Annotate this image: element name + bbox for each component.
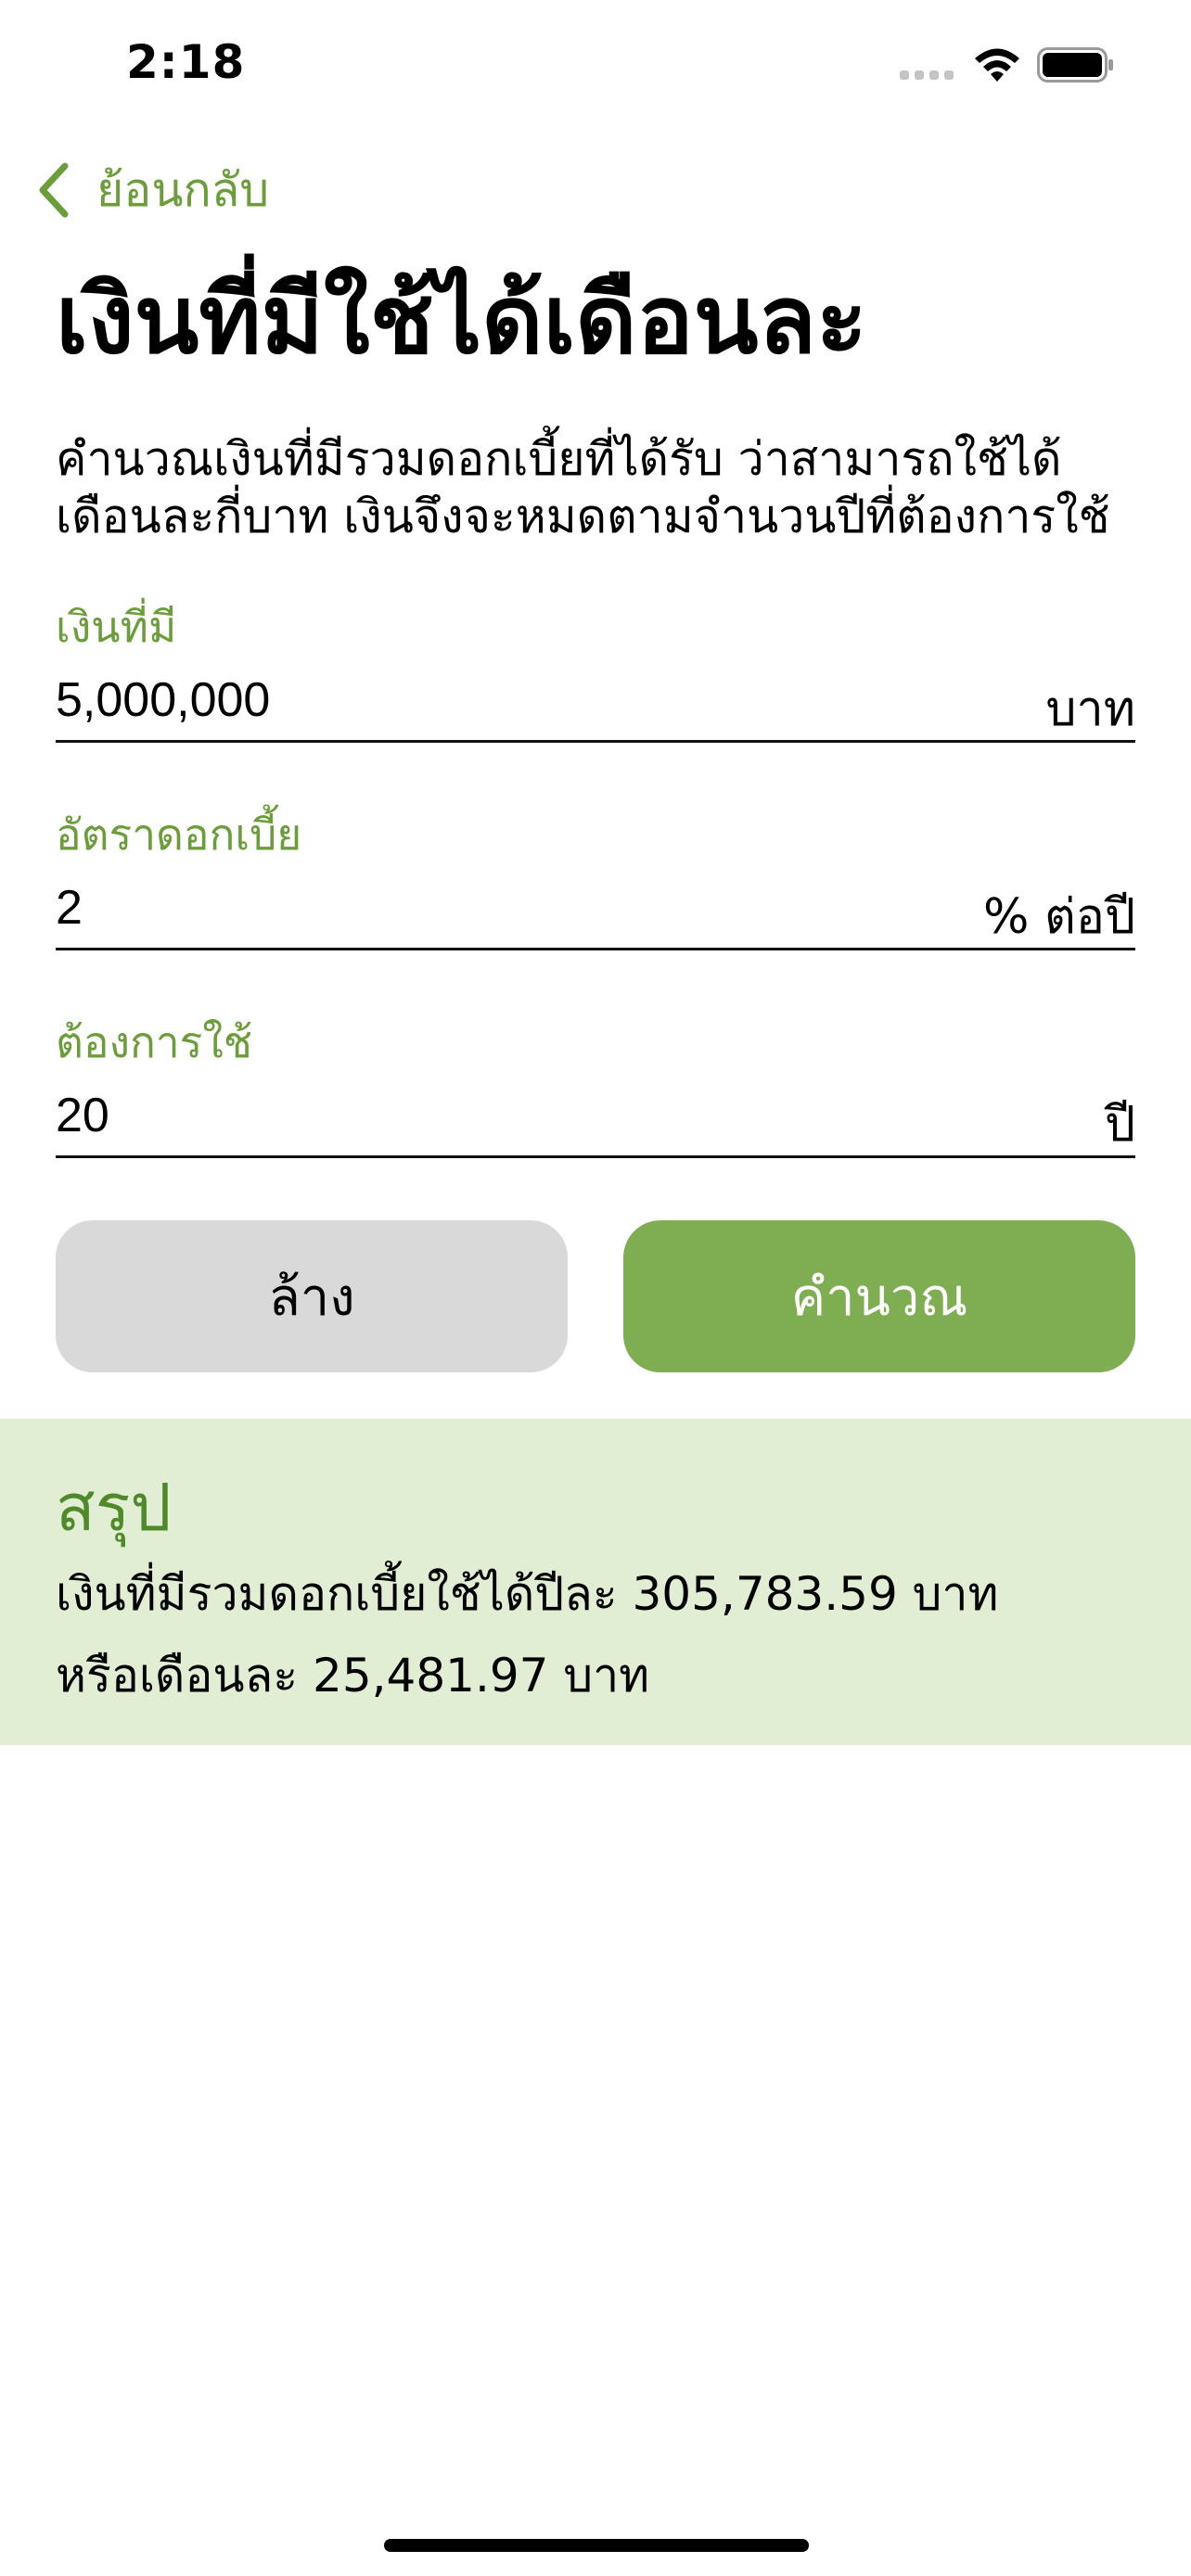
savings-input[interactable] — [56, 664, 890, 736]
cellular-signal-icon — [900, 70, 954, 80]
savings-unit: บาท — [1045, 682, 1135, 737]
battery-icon — [1037, 47, 1113, 83]
summary-panel: สรุป เงินที่มีรวมดอกเบี้ยใช้ได้ปีละ 305,… — [0, 1419, 1191, 1745]
interest-row: % ต่อปี — [56, 872, 1135, 946]
calculate-button[interactable]: คำนวณ — [623, 1220, 1135, 1372]
interest-underline — [56, 948, 1135, 950]
summary-title: สรุป — [56, 1470, 172, 1546]
interest-unit: % ต่อปี — [983, 889, 1135, 945]
page-description: คำนวณเงินที่มีรวมดอกเบี้ยที่ได้รับ ว่าสา… — [56, 432, 1110, 543]
summary-yearly: เงินที่มีรวมดอกเบี้ยใช้ได้ปีละ 305,783.5… — [56, 1567, 999, 1621]
interest-input[interactable] — [56, 872, 890, 944]
status-bar: 2:18 — [0, 0, 1191, 130]
summary-monthly: หรือเดือนละ 25,481.97 บาท — [56, 1649, 650, 1702]
years-label: ต้องการใช้ — [56, 1017, 253, 1067]
savings-row: บาท — [56, 664, 1135, 738]
back-button[interactable]: ย้อนกลับ — [35, 158, 269, 223]
clear-button[interactable]: ล้าง — [56, 1220, 568, 1372]
years-unit: ปี — [1104, 1097, 1135, 1153]
status-time: 2:18 — [126, 35, 246, 89]
savings-label: เงินที่มี — [56, 602, 177, 652]
years-row: ปี — [56, 1079, 1135, 1154]
years-input[interactable] — [56, 1079, 890, 1152]
savings-underline — [56, 740, 1135, 743]
back-label: ย้อนกลับ — [96, 162, 270, 217]
chevron-left-icon — [39, 162, 69, 218]
wifi-icon — [975, 48, 1019, 82]
home-indicator[interactable] — [384, 2539, 809, 2552]
interest-label: อัตราดอกเบี้ย — [56, 810, 302, 860]
page-title: เงินที่มีใช้ได้เดือนละ — [56, 265, 867, 376]
years-underline — [56, 1155, 1135, 1158]
